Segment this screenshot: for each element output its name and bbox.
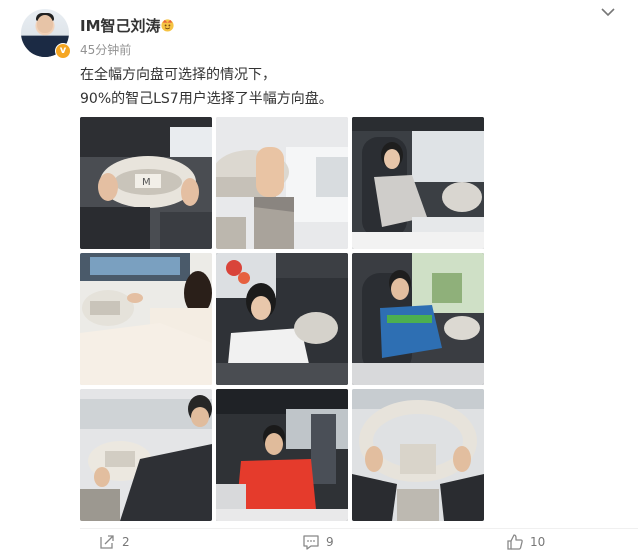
verified-badge-icon: v (55, 43, 71, 59)
like-button[interactable]: 10 (506, 533, 545, 551)
share-button[interactable]: 2 (98, 533, 130, 551)
comment-count: 9 (326, 535, 334, 549)
like-count: 10 (530, 535, 546, 549)
crown-emoji-icon (161, 19, 174, 32)
photo-8[interactable] (216, 389, 348, 521)
post-text-line-1: 在全幅方向盘可选择的情况下， (80, 67, 276, 83)
photo-grid: M (80, 117, 484, 521)
photo-3[interactable] (352, 117, 484, 249)
photo-2[interactable] (216, 117, 348, 249)
comment-button[interactable]: 9 (302, 533, 334, 551)
photo-6[interactable] (352, 253, 484, 385)
photo-7[interactable] (80, 389, 212, 521)
share-icon (100, 535, 114, 549)
photo-5[interactable] (216, 253, 348, 385)
action-bar-divider (80, 528, 638, 529)
author-name[interactable]: IM智己刘涛 (80, 15, 161, 36)
photo-1[interactable]: M (80, 117, 212, 249)
photo-9[interactable] (352, 389, 484, 521)
post-text-line-2: 90%的智己LS7用户选择了半幅方向盘。 (80, 91, 333, 107)
post-time: 45分钟前 (80, 43, 132, 57)
chevron-down-icon[interactable] (600, 6, 616, 18)
photo-4[interactable] (80, 253, 212, 385)
like-icon (507, 534, 523, 550)
share-count: 2 (122, 535, 130, 549)
svg-text:M: M (142, 177, 151, 188)
comment-icon (303, 535, 319, 550)
